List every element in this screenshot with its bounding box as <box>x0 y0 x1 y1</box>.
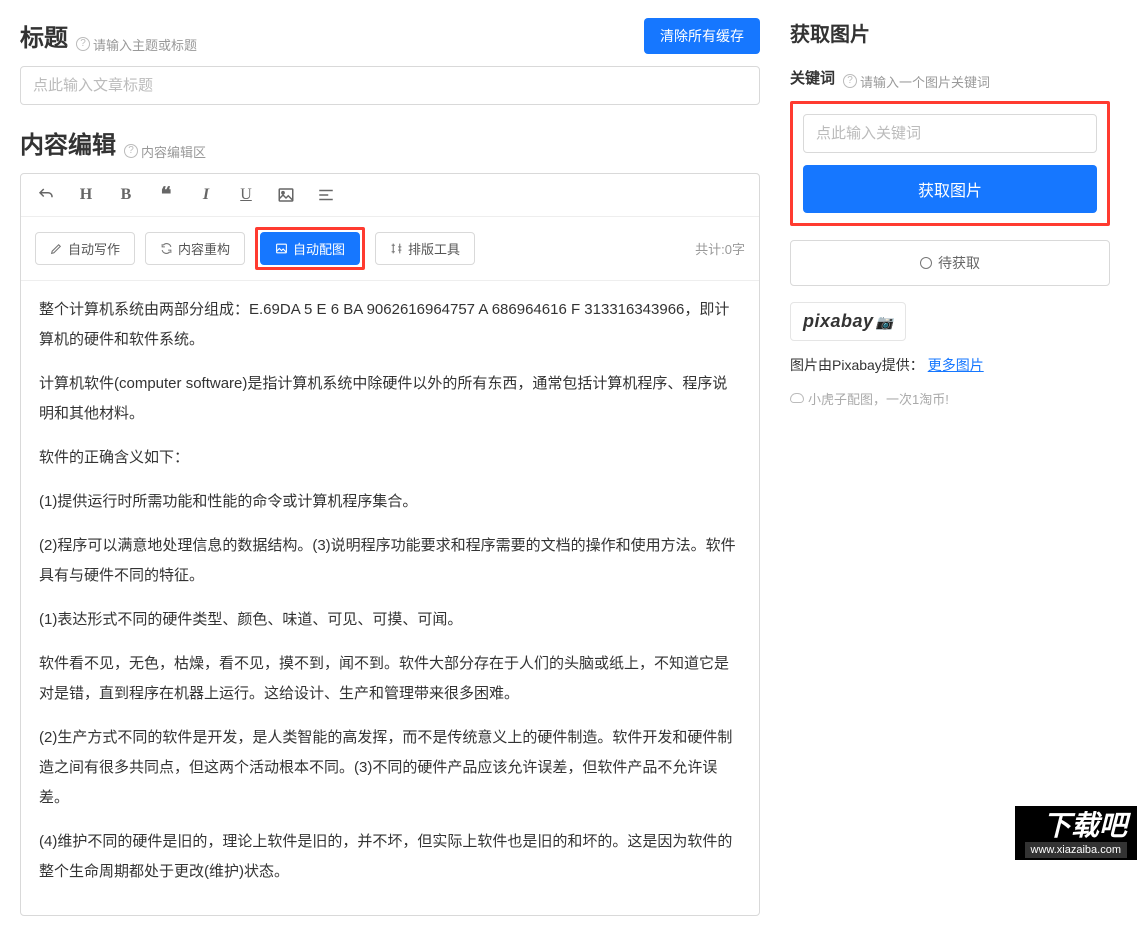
restructure-button[interactable]: 内容重构 <box>145 232 245 265</box>
fetch-image-heading: 获取图片 <box>790 18 1110 47</box>
paragraph: 软件看不见，无色，枯燥，看不见，摸不到，闻不到。软件大部分存在于人们的头脑或纸上… <box>39 649 741 709</box>
image-icon[interactable] <box>275 184 297 206</box>
heading-icon[interactable]: H <box>75 184 97 206</box>
paragraph: 整个计算机系统由两部分组成：E.69DA 5 E 6 BA 9062616964… <box>39 295 741 355</box>
fetch-image-button[interactable]: 获取图片 <box>803 165 1097 213</box>
editor-heading: 内容编辑 <box>20 125 116 160</box>
clear-cache-button[interactable]: 清除所有缓存 <box>644 18 760 54</box>
word-count: 共计:0字 <box>695 239 745 258</box>
paragraph: 计算机软件(computer software)是指计算机系统中除硬件以外的所有… <box>39 369 741 429</box>
paragraph: (1)提供运行时所需功能和性能的命令或计算机程序集合。 <box>39 487 741 517</box>
auto-image-button[interactable]: 自动配图 <box>260 232 360 265</box>
pending-icon <box>920 257 932 269</box>
auto-image-highlight: 自动配图 <box>255 227 365 270</box>
quote-icon[interactable]: ❝ <box>155 184 177 206</box>
camera-icon: 📷 <box>876 314 894 330</box>
title-heading: 标题 <box>20 18 68 53</box>
editor-hint: ? 内容编辑区 <box>124 142 206 161</box>
title-hint: ? 请输入主题或标题 <box>76 35 197 54</box>
info-icon: ? <box>843 74 857 88</box>
editor-box: H B ❝ I U 自动写作 内容重构 <box>20 173 760 916</box>
paragraph: 软件的正确含义如下： <box>39 443 741 473</box>
align-icon[interactable] <box>315 184 337 206</box>
title-header: 标题 ? 请输入主题或标题 清除所有缓存 <box>20 18 760 54</box>
paragraph: (1)表达形式不同的硬件类型、颜色、味道、可见、可摸、可闻。 <box>39 605 741 635</box>
info-icon: ? <box>76 37 90 51</box>
layout-tool-button[interactable]: 排版工具 <box>375 232 475 265</box>
info-icon: ? <box>124 144 138 158</box>
coin-tip: 小虎子配图，一次1淘币! <box>790 389 1110 408</box>
keyword-highlight-frame: 获取图片 <box>790 101 1110 226</box>
cloud-icon <box>790 393 804 403</box>
keyword-input[interactable] <box>803 114 1097 153</box>
pixabay-logo: pixabay📷 <box>790 302 906 341</box>
fetch-status: 待获取 <box>790 240 1110 286</box>
action-toolbar: 自动写作 内容重构 自动配图 排版工具 <box>21 217 759 281</box>
keyword-hint: ? 请输入一个图片关键词 <box>843 72 990 91</box>
undo-icon[interactable] <box>35 184 57 206</box>
underline-icon[interactable]: U <box>235 184 257 206</box>
auto-write-button[interactable]: 自动写作 <box>35 232 135 265</box>
image-credit: 图片由Pixabay提供： 更多图片 <box>790 355 1110 375</box>
article-title-input[interactable] <box>20 66 760 105</box>
bold-icon[interactable]: B <box>115 184 137 206</box>
italic-icon[interactable]: I <box>195 184 217 206</box>
format-toolbar: H B ❝ I U <box>21 174 759 217</box>
paragraph: (2)生产方式不同的软件是开发，是人类智能的高发挥，而不是传统意义上的硬件制造。… <box>39 723 741 813</box>
watermark: 下载吧 www.xiazaiba.com <box>1015 806 1137 860</box>
keyword-label: 关键词 <box>790 67 835 88</box>
editor-content[interactable]: 整个计算机系统由两部分组成：E.69DA 5 E 6 BA 9062616964… <box>21 281 759 915</box>
paragraph: (4)维护不同的硬件是旧的，理论上软件是旧的，并不坏，但实际上软件也是旧的和坏的… <box>39 827 741 887</box>
paragraph: (2)程序可以满意地处理信息的数据结构。(3)说明程序功能要求和程序需要的文档的… <box>39 531 741 591</box>
more-images-link[interactable]: 更多图片 <box>928 357 984 373</box>
